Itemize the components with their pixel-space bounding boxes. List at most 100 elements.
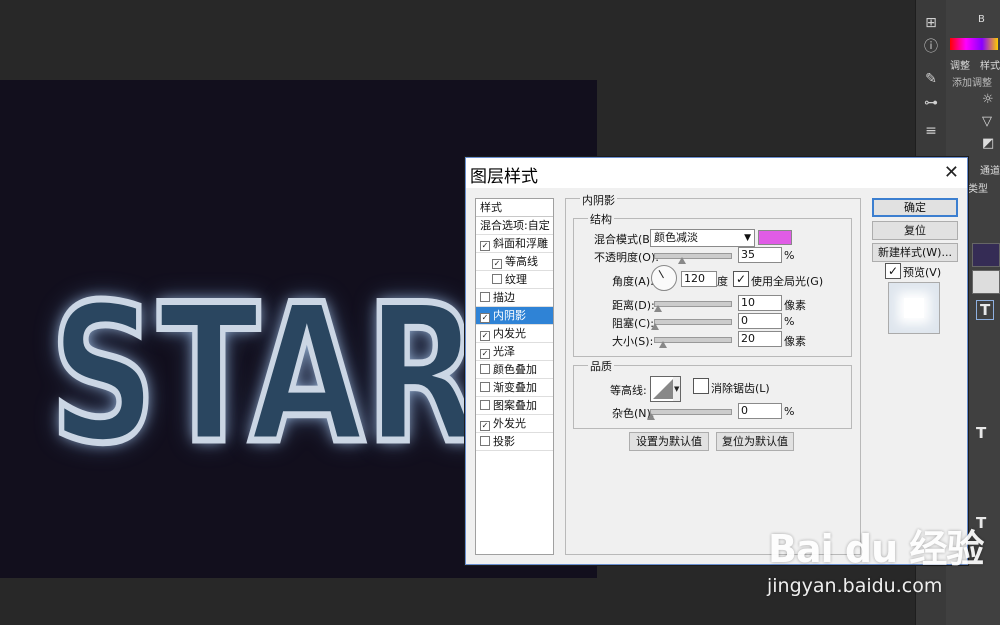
canvas-star-text: STAR bbox=[47, 264, 482, 485]
tab-styles[interactable]: 样式 bbox=[980, 57, 1000, 72]
add-adjustment-label: 添加调整 bbox=[952, 78, 992, 89]
style-list-item[interactable]: 投影 bbox=[476, 433, 553, 451]
style-checkbox[interactable]: ✓ bbox=[480, 349, 490, 359]
layer-text-2[interactable]: T bbox=[976, 424, 986, 442]
style-checkbox[interactable]: ✓ bbox=[480, 331, 490, 341]
style-list-item-label: 图案叠加 bbox=[493, 399, 537, 412]
noise-slider[interactable] bbox=[647, 409, 732, 420]
style-list-item[interactable]: ✓ 光泽 bbox=[476, 343, 553, 361]
baidu-jingyan-logo: Bai du 经验 bbox=[768, 527, 984, 571]
reset-button[interactable]: 复位 bbox=[872, 221, 958, 240]
dialog-title-bar[interactable]: 图层样式 ✕ bbox=[466, 158, 967, 188]
style-checkbox[interactable] bbox=[480, 400, 490, 410]
choke-slider[interactable] bbox=[651, 319, 732, 330]
preview-checkbox[interactable]: ✓ bbox=[885, 263, 901, 279]
blend-mode-value: 颜色减淡 bbox=[654, 231, 698, 244]
quality-title: 品质 bbox=[588, 358, 614, 374]
noise-slider-handle[interactable] bbox=[647, 413, 655, 420]
opacity-slider-handle[interactable] bbox=[677, 257, 686, 264]
style-checkbox[interactable] bbox=[480, 436, 490, 446]
style-list-item-label: 斜面和浮雕 bbox=[493, 237, 548, 250]
style-checkbox[interactable] bbox=[492, 274, 502, 284]
reset-default-button[interactable]: 复位为默认值 bbox=[716, 432, 794, 451]
section-title-inner-shadow: 内阴影 bbox=[580, 192, 617, 208]
style-checkbox[interactable]: ✓ bbox=[492, 259, 502, 269]
distance-slider[interactable] bbox=[654, 301, 732, 312]
style-list-item-label: 渐变叠加 bbox=[493, 381, 537, 394]
new-style-button[interactable]: 新建样式(W)... bbox=[872, 243, 958, 262]
structure-group: 结构 混合模式(B): 颜色减淡 ▼ 不透明度(O): 35 % 角度(A): … bbox=[573, 211, 852, 357]
style-checkbox[interactable] bbox=[480, 364, 490, 374]
noise-unit: % bbox=[784, 405, 795, 418]
blend-mode-select[interactable]: 颜色减淡 ▼ bbox=[650, 229, 755, 247]
brush-icon[interactable]: ✎ bbox=[921, 70, 941, 88]
opacity-input[interactable]: 35 bbox=[738, 247, 782, 263]
style-list-item[interactable]: ✓ 等高线 bbox=[476, 253, 553, 271]
style-list-item[interactable]: ✓ 斜面和浮雕 bbox=[476, 235, 553, 253]
style-list-header: 样式 bbox=[476, 199, 553, 217]
svg-text:▼: ▼ bbox=[674, 385, 680, 393]
style-checkbox[interactable] bbox=[480, 292, 490, 302]
global-light-checkbox[interactable]: ✓ bbox=[733, 271, 749, 287]
style-checkbox[interactable] bbox=[480, 382, 490, 392]
style-list-item[interactable]: ✓ 内阴影 bbox=[476, 307, 553, 325]
size-slider[interactable] bbox=[654, 337, 732, 348]
angle-dial[interactable] bbox=[651, 265, 677, 291]
style-checkbox[interactable]: ✓ bbox=[480, 313, 490, 323]
layer-comps-icon[interactable]: ⊞ bbox=[921, 14, 941, 32]
preview-thumbnail bbox=[888, 282, 940, 334]
style-list-item[interactable]: ✓ 内发光 bbox=[476, 325, 553, 343]
opacity-slider[interactable] bbox=[654, 253, 732, 264]
choke-input[interactable]: 0 bbox=[738, 313, 782, 329]
contour-picker[interactable]: ▼ bbox=[650, 376, 681, 402]
choke-label: 阻塞(C): bbox=[612, 317, 654, 330]
tab-channels[interactable]: 通道 bbox=[980, 162, 1000, 177]
layer-style-dialog: 图层样式 ✕ 样式 混合选项:自定 ✓ 斜面和浮雕 ✓ 等高线 纹理 描边 ✓ 内阴影 ✓ 内发光… bbox=[465, 157, 968, 565]
clone-source-icon[interactable]: ≡ bbox=[921, 122, 941, 140]
angle-input[interactable]: 120 bbox=[681, 271, 717, 287]
brightness-icon[interactable]: ☼ bbox=[982, 92, 994, 107]
layer-thumbnail-transparent[interactable] bbox=[972, 270, 1000, 294]
distance-slider-handle[interactable] bbox=[654, 305, 662, 312]
noise-input[interactable]: 0 bbox=[738, 403, 782, 419]
info-icon[interactable]: ⓘ bbox=[921, 38, 941, 56]
blend-options-item[interactable]: 混合选项:自定 bbox=[476, 217, 553, 235]
style-list-item-label: 纹理 bbox=[505, 273, 527, 286]
layer-thumbnail-bg[interactable] bbox=[972, 243, 1000, 267]
layer-text-selected[interactable]: T bbox=[976, 300, 995, 320]
distance-input[interactable]: 10 bbox=[738, 295, 782, 311]
style-list-item[interactable]: 纹理 bbox=[476, 271, 553, 289]
style-list-item-label: 外发光 bbox=[493, 417, 526, 430]
opacity-label: 不透明度(O): bbox=[594, 251, 659, 264]
style-list: 样式 混合选项:自定 ✓ 斜面和浮雕 ✓ 等高线 纹理 描边 ✓ 内阴影 ✓ 内发光 ✓ 光泽 颜色叠加… bbox=[475, 198, 554, 555]
tab-adjustments[interactable]: 调整 bbox=[950, 57, 970, 72]
style-checkbox[interactable]: ✓ bbox=[480, 421, 490, 431]
anti-alias-label: 消除锯齿(L) bbox=[711, 382, 770, 395]
layer-filter-type[interactable]: 类型 bbox=[968, 180, 988, 195]
preview-label: 预览(V) bbox=[903, 266, 942, 279]
ok-button[interactable]: 确定 bbox=[872, 198, 958, 217]
color-spectrum-bar[interactable] bbox=[950, 38, 998, 50]
structure-title: 结构 bbox=[588, 211, 614, 227]
style-list-item[interactable]: ✓ 外发光 bbox=[476, 415, 553, 433]
anti-alias-checkbox[interactable] bbox=[693, 378, 709, 394]
style-list-item[interactable]: 渐变叠加 bbox=[476, 379, 553, 397]
set-default-button[interactable]: 设置为默认值 bbox=[629, 432, 709, 451]
style-checkbox[interactable]: ✓ bbox=[480, 241, 490, 251]
opacity-unit: % bbox=[784, 249, 795, 262]
color-balance-icon[interactable]: ◩ bbox=[982, 136, 994, 151]
style-list-item[interactable]: 描边 bbox=[476, 289, 553, 307]
style-list-item-label: 投影 bbox=[493, 435, 515, 448]
quality-group: 品质 等高线: ▼ 消除锯齿(L) 杂色(N): 0 % bbox=[573, 358, 852, 429]
style-list-item-label: 内发光 bbox=[493, 327, 526, 340]
style-list-item[interactable]: 颜色叠加 bbox=[476, 361, 553, 379]
choke-slider-handle[interactable] bbox=[651, 323, 659, 330]
size-slider-handle[interactable] bbox=[659, 341, 667, 348]
shadow-color-swatch[interactable] bbox=[758, 230, 792, 245]
close-icon[interactable]: ✕ bbox=[944, 162, 959, 183]
size-input[interactable]: 20 bbox=[738, 331, 782, 347]
style-list-item[interactable]: 图案叠加 bbox=[476, 397, 553, 415]
brush-presets-icon[interactable]: ⊶ bbox=[921, 94, 941, 112]
vibrance-icon[interactable]: ▽ bbox=[982, 114, 992, 129]
chevron-down-icon: ▼ bbox=[744, 233, 751, 243]
